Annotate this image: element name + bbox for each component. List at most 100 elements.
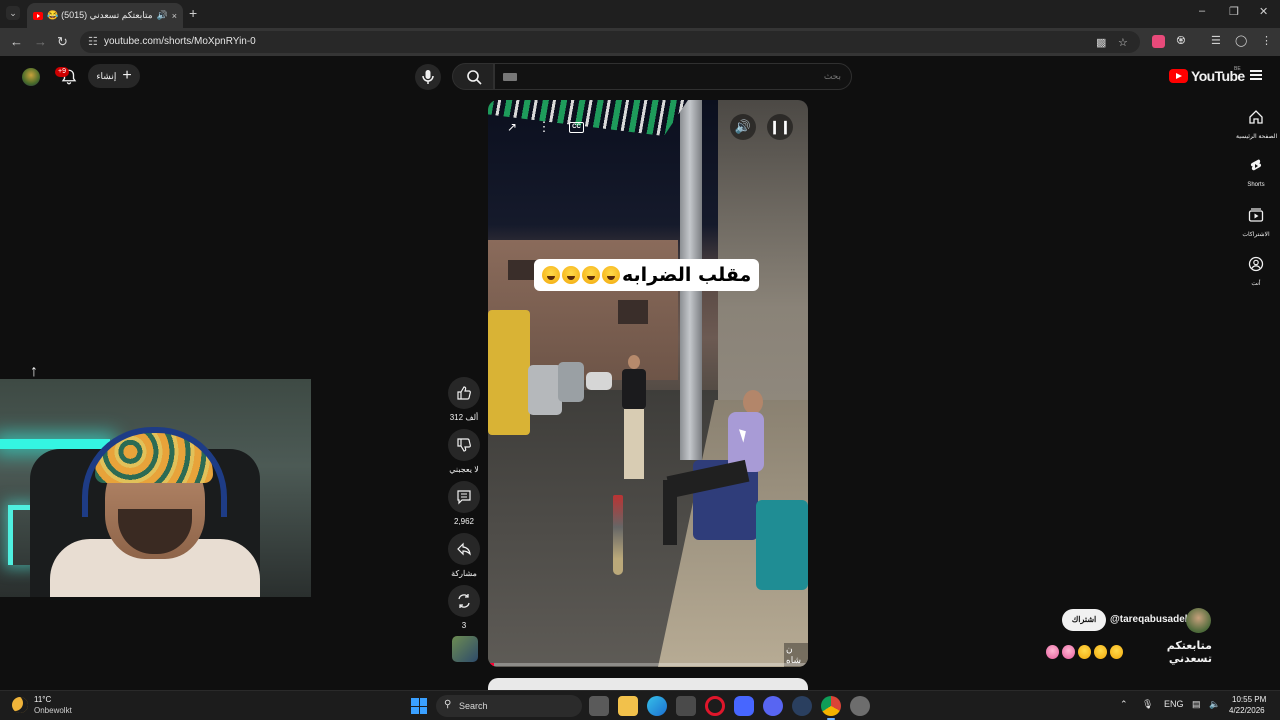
dislike-button[interactable]: لا يعجبني [446,429,482,474]
clock-date[interactable]: 4/22/2026 [1229,706,1265,715]
closed-captions-icon[interactable]: CC [569,122,584,133]
dislike-button-circle[interactable] [448,429,480,461]
search-field[interactable] [494,63,852,90]
create-button[interactable]: إنشاء + [88,64,140,88]
comments-button[interactable]: 2,962 [446,481,482,526]
guide-item-shorts[interactable]: Shorts [1236,158,1276,188]
more-options-icon[interactable]: ⋮ [531,114,557,140]
account-avatar[interactable] [22,68,40,86]
minimize-button[interactable]: – [1199,5,1205,17]
channel-avatar[interactable] [1186,608,1211,633]
tab-search-button[interactable]: ⌄ [6,6,20,20]
guide-item-subscriptions[interactable]: الاشتراكات [1236,207,1276,238]
pause-icon[interactable]: ❙❙ [767,114,793,140]
steam-icon[interactable] [792,696,812,716]
chrome-menu-icon[interactable]: ⋮ [1261,34,1272,47]
browser-tab-active[interactable]: متابعتكم تسعدني (5015) 😂 ! 🔊 × [27,3,183,28]
microphone-icon [422,70,434,84]
back-arrow-icon[interactable]: ← [10,34,23,49]
like-button-circle[interactable] [448,377,480,409]
thumbs-down-icon [457,438,471,452]
windows-start-icon[interactable] [411,698,427,714]
weather-description[interactable]: Onbewolkt [34,706,72,715]
tab-audio-icon[interactable]: 🔊 [157,10,168,21]
voice-search-button[interactable] [415,64,441,90]
address-bar[interactable]: ☷ youtube.com/shorts/MoXpnRYin-0 ▩ ☆ [80,31,1140,53]
remix-button-circle[interactable] [448,585,480,617]
video-scene-seated-man [663,390,773,560]
youtube-logo[interactable]: YouTube BE [1169,66,1245,84]
taskbar-search-label: Search [459,701,488,711]
heart-eyes-emoji-icon [1045,645,1060,659]
store-icon[interactable] [676,696,696,716]
forward-arrow-icon[interactable]: → [34,34,47,49]
install-app-icon[interactable]: ▩ [1096,36,1106,49]
short-title[interactable]: متابعتكم تسعدني [1045,639,1212,665]
edge-icon[interactable] [647,696,667,716]
subscribe-button[interactable]: اشتراك [1062,609,1106,631]
reload-icon[interactable]: ↻ [57,34,68,50]
video-scene-window [618,300,648,324]
task-view-icon[interactable] [589,696,609,716]
keyboard-icon[interactable] [503,73,517,81]
search-button[interactable] [452,63,494,90]
guide-item-home[interactable]: الصفحة الرئيسية [1236,109,1278,140]
guide-label-home: الصفحة الرئيسية [1236,134,1278,140]
settings-gear-icon[interactable] [850,696,870,716]
fullscreen-expand-icon[interactable]: ↗ [499,114,525,140]
weather-temperature[interactable]: 11°C [34,695,51,704]
webcam-overlay [0,379,311,597]
opera-icon[interactable] [705,696,725,716]
video-caption-text: مقلب الضرابه [622,264,752,286]
shorts-icon [1250,159,1262,171]
new-tab-button[interactable]: + [189,5,197,21]
discord-icon[interactable] [763,696,783,716]
window-close-button[interactable]: ✕ [1259,5,1268,18]
guide-item-you[interactable]: أنت [1236,256,1276,287]
create-label: إنشاء [96,70,117,81]
short-title-text: متابعتكم تسعدني [1166,639,1212,665]
like-button[interactable]: 312 ألف [446,377,482,422]
guide-menu-icon[interactable] [1250,70,1262,80]
file-explorer-icon[interactable] [618,696,638,716]
volume-icon[interactable]: 🔊 [730,114,756,140]
tab-title: متابعتكم تسعدني (5015) 😂 ! [47,10,153,20]
extension-red-icon[interactable] [1152,35,1165,48]
sound-thumbnail[interactable] [452,636,478,662]
extensions-puzzle-icon[interactable]: ♼ [1176,34,1186,47]
short-video-player[interactable]: مقلب الضرابه ↗ ⋮ CC 🔊 ❙❙ ن شاه [488,100,808,667]
media-control-icon[interactable]: ☰ [1211,34,1221,47]
tray-mic-icon[interactable]: 🎙 [1142,699,1153,710]
channel-handle[interactable]: @tareqabusadeh [1110,614,1191,625]
chrome-icon[interactable] [821,696,841,720]
walking-man-torso [622,369,646,409]
youtube-favicon-icon [33,11,43,20]
video-caption: مقلب الضرابه [534,259,760,291]
profile-icon[interactable]: ◯ [1235,34,1247,47]
input-language[interactable]: ENG [1164,699,1184,709]
site-info-icon[interactable]: ☷ [88,35,98,48]
subscriptions-icon [1248,208,1264,222]
tab-close-icon[interactable]: × [172,11,177,21]
share-button[interactable]: مشاركة [446,533,482,578]
bookmark-star-icon[interactable]: ☆ [1118,36,1128,49]
tray-volume-icon[interactable]: 🔈 [1209,699,1220,710]
weather-moon-icon[interactable] [12,697,28,713]
blue-app-icon[interactable] [734,696,754,716]
you-icon [1248,256,1264,272]
seated-man-shin [663,480,677,545]
tray-overflow-icon[interactable]: ⌃ [1120,699,1128,710]
search-input[interactable] [495,64,851,89]
remix-count: 3 [461,621,467,630]
share-button-circle[interactable] [448,533,480,565]
dislike-label: لا يعجبني [449,465,479,474]
comments-button-circle[interactable] [448,481,480,513]
clock-time[interactable]: 10:55 PM [1232,695,1266,704]
tray-network-icon[interactable]: ▤ [1192,699,1201,710]
restore-button[interactable]: ❐ [1229,5,1239,18]
search-icon [467,70,482,85]
taskbar-search[interactable]: ⚲ Search [436,695,582,717]
video-progress-bar[interactable] [488,663,808,666]
remix-button[interactable]: 3 [446,585,482,630]
thumbs-up-icon [457,386,471,400]
